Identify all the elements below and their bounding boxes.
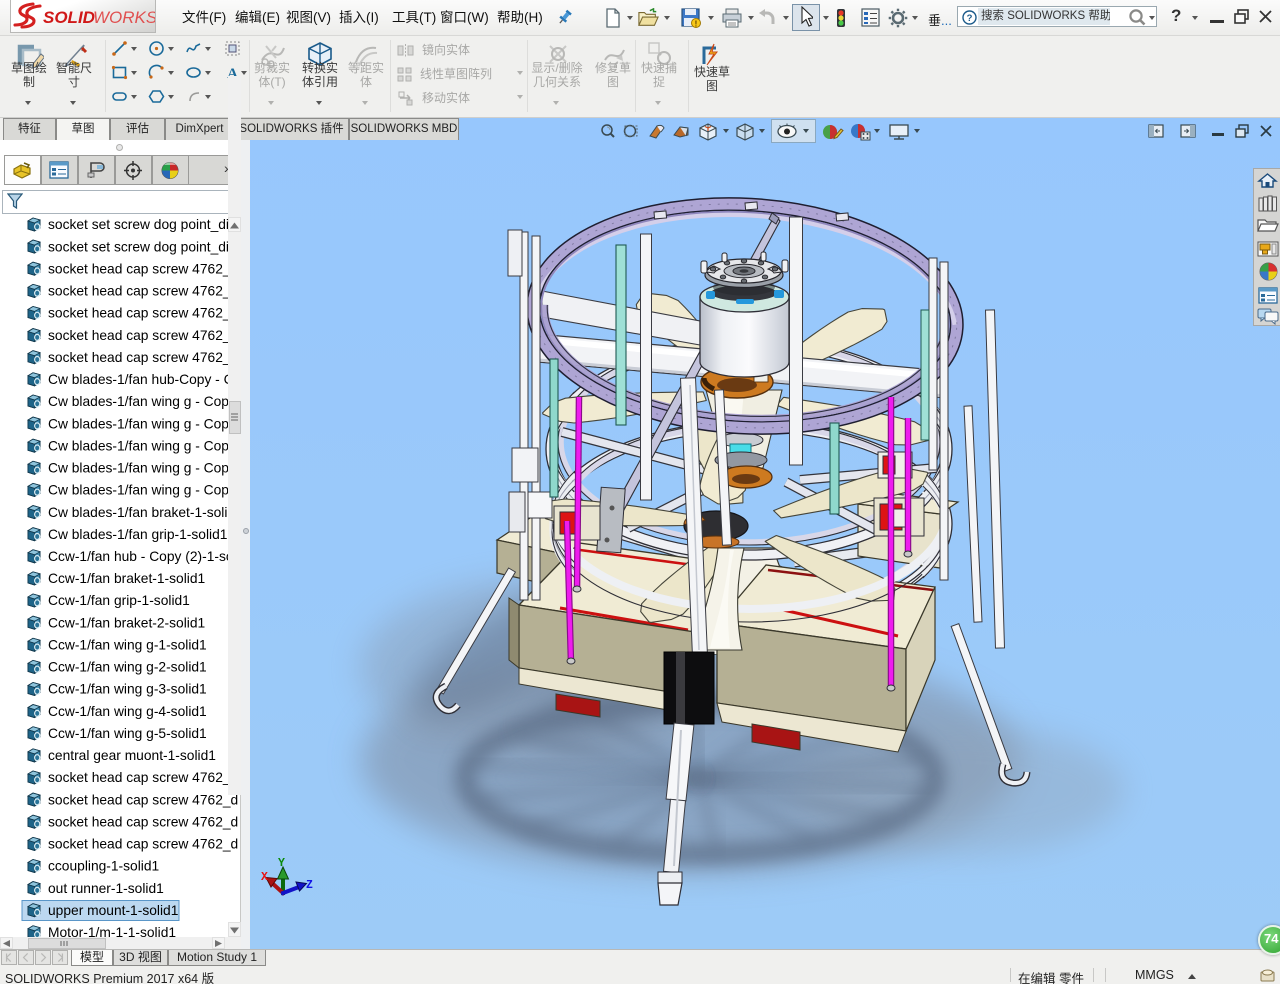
svg-text:X: X xyxy=(261,871,268,884)
svg-text:Cw blades-1/fan wing g - Copy: Cw blades-1/fan wing g - Copy xyxy=(48,394,236,409)
svg-text:socket set screw dog point_dir: socket set screw dog point_dir xyxy=(48,217,234,232)
svg-text:ccoupling-1-solid1: ccoupling-1-solid1 xyxy=(48,859,159,874)
svg-text:Cw blades-1/fan grip-1-solid1: Cw blades-1/fan grip-1-solid1 xyxy=(48,527,227,542)
svg-text:socket head cap screw 4762_d: socket head cap screw 4762_d xyxy=(48,328,238,343)
svg-text:Ccw-1/fan braket-1-solid1: Ccw-1/fan braket-1-solid1 xyxy=(48,571,205,586)
svg-text:Motor-1/m-1-1-solid1: Motor-1/m-1-1-solid1 xyxy=(48,925,176,937)
svg-text:Z: Z xyxy=(306,879,313,892)
svg-text:Ccw-1/fan wing g-1-solid1: Ccw-1/fan wing g-1-solid1 xyxy=(48,638,207,653)
svg-text:socket set screw dog point_dir: socket set screw dog point_dir xyxy=(48,239,234,254)
svg-text:socket head cap screw 4762_d: socket head cap screw 4762_d xyxy=(48,770,238,785)
svg-text:Cw blades-1/fan wing g - Copy: Cw blades-1/fan wing g - Copy xyxy=(48,416,236,431)
svg-text:Ccw-1/fan braket-2-solid1: Ccw-1/fan braket-2-solid1 xyxy=(48,615,205,630)
svg-text:Cw blades-1/fan wing g - Copy: Cw blades-1/fan wing g - Copy xyxy=(48,483,236,498)
svg-text:socket head cap screw 4762_d: socket head cap screw 4762_d xyxy=(48,306,238,321)
svg-text:socket head cap screw 4762_d: socket head cap screw 4762_d xyxy=(48,350,238,365)
svg-text:upper mount-1-solid1: upper mount-1-solid1 xyxy=(48,903,178,918)
svg-text:Cw blades-1/fan wing g - Copy: Cw blades-1/fan wing g - Copy xyxy=(48,461,236,476)
svg-text:!: ! xyxy=(695,20,698,29)
svg-text:socket head cap screw 4762_d: socket head cap screw 4762_d xyxy=(48,814,238,829)
svg-text:WORKS: WORKS xyxy=(93,8,155,27)
svg-text:socket head cap screw 4762_d: socket head cap screw 4762_d xyxy=(48,792,238,807)
svg-text:out runner-1-solid1: out runner-1-solid1 xyxy=(48,881,164,896)
svg-text:Ccw-1/fan wing g-2-solid1: Ccw-1/fan wing g-2-solid1 xyxy=(48,660,207,675)
svg-text:Y: Y xyxy=(278,857,285,870)
svg-text:socket head cap screw 4762_d: socket head cap screw 4762_d xyxy=(48,284,238,299)
svg-text:Cw blades-1/fan wing g - Copy: Cw blades-1/fan wing g - Copy xyxy=(48,438,236,453)
svg-text:socket head cap screw 4762_d: socket head cap screw 4762_d xyxy=(48,837,238,852)
svg-text:?: ? xyxy=(967,13,973,24)
svg-text:central gear muont-1-solid1: central gear muont-1-solid1 xyxy=(48,748,216,763)
svg-text:Ccw-1/fan hub - Copy (2)-1-so: Ccw-1/fan hub - Copy (2)-1-so xyxy=(48,549,234,564)
svg-text:Ccw-1/fan wing g-3-solid1: Ccw-1/fan wing g-3-solid1 xyxy=(48,682,207,697)
svg-text:Ccw-1/fan grip-1-solid1: Ccw-1/fan grip-1-solid1 xyxy=(48,593,190,608)
svg-text:SOLID: SOLID xyxy=(43,8,95,27)
svg-text:socket head cap screw 4762_d: socket head cap screw 4762_d xyxy=(48,261,238,276)
svg-text:Ccw-1/fan wing g-4-solid1: Ccw-1/fan wing g-4-solid1 xyxy=(48,704,207,719)
svg-text:Ccw-1/fan wing g-5-solid1: Ccw-1/fan wing g-5-solid1 xyxy=(48,726,207,741)
svg-text:Cw blades-1/fan hub-Copy - C: Cw blades-1/fan hub-Copy - C xyxy=(48,372,234,387)
svg-text:Cw blades-1/fan braket-1-solid: Cw blades-1/fan braket-1-solid xyxy=(48,505,235,520)
